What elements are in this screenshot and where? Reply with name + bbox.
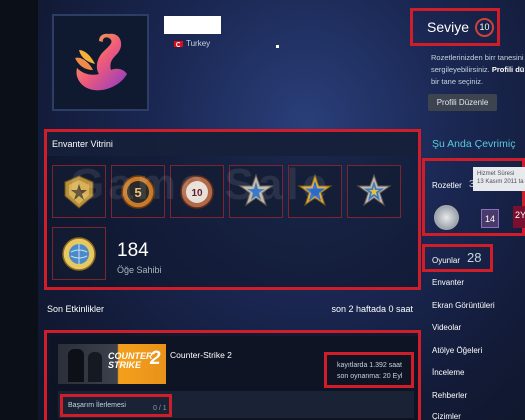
level-badge[interactable]: 10 — [475, 17, 495, 37]
games-label[interactable]: Oyunlar — [432, 256, 460, 265]
soldier-silhouette — [68, 349, 84, 382]
achievement-label: Başarım İlerlemesi — [68, 402, 126, 409]
sidebar-link-videos[interactable]: Videolar — [432, 323, 461, 332]
globe-coin-icon — [62, 236, 96, 271]
sidebar-link-workshop[interactable]: Atölye Öğeleri — [432, 346, 482, 355]
edit-profile-button[interactable]: Profili Düzenle — [428, 94, 497, 111]
badges-label[interactable]: Rozetler — [432, 181, 462, 190]
level-label: Seviye — [427, 19, 470, 35]
sidebar-link-artwork[interactable]: Çizimler — [432, 412, 461, 420]
badge-hint-link[interactable]: Profili dü — [492, 65, 525, 74]
games-count: 28 — [467, 250, 482, 265]
turkey-flag-icon — [174, 40, 183, 47]
gold-star-coin-icon — [356, 173, 392, 206]
badge-14-icon[interactable]: 14 — [481, 209, 499, 228]
item-count: 184 — [117, 240, 149, 261]
playtime-info: kayıtlarda 1.392 saat son oynanma: 20 Ey… — [324, 352, 414, 388]
playtime-total: kayıtlarda 1.392 saat — [337, 362, 402, 369]
badge-partial-icon[interactable]: 2Y — [513, 206, 525, 228]
badge-hint-line3: bir tane seçiniz. — [431, 77, 484, 86]
tooltip-line1: Hizmet Süresi — [477, 171, 515, 177]
showcase-item-gold-star[interactable] — [347, 165, 401, 218]
cs2-logo: COUNTER STRIKE 2 — [108, 348, 166, 370]
badge-hint-line1: Rozetlerinizden birr tanesini — [431, 53, 524, 62]
game-card-inner: COUNTER STRIKE 2 Counter-Strike 2 kayıtl… — [50, 336, 418, 420]
avatar[interactable] — [52, 14, 149, 111]
sidebar-link-screenshots[interactable]: Ekran Görüntüleri — [432, 301, 495, 310]
username-redacted — [164, 16, 221, 34]
soldier-silhouette-2 — [88, 352, 102, 382]
achievement-progress[interactable]: Başarım İlerlemesi 0 / 1 — [60, 394, 172, 417]
badges-section[interactable]: Rozetler 3 Hizmet Süresi 13 Kasım 2011 t… — [422, 158, 525, 236]
swan-logo-icon — [74, 33, 127, 90]
game-card: COUNTER STRIKE 2 Counter-Strike 2 kayıtl… — [44, 330, 421, 420]
games-section[interactable]: Oyunlar 28 — [422, 244, 493, 272]
sidebar-link-inventory[interactable]: Envanter — [432, 278, 464, 287]
cs2-capsule-image[interactable]: COUNTER STRIKE 2 — [58, 344, 166, 384]
cs2-logo-text: COUNTER STRIKE — [108, 351, 153, 370]
game-name-link[interactable]: Counter-Strike 2 — [170, 350, 232, 360]
badge-hint-line2: sergileyebilirsiniz. — [431, 65, 490, 74]
badge-hint-text: Rozetlerinizden birr tanesini sergileyeb… — [431, 52, 525, 88]
showcase-item-globe[interactable] — [52, 227, 106, 280]
item-count-label: Öğe Sahibi — [117, 265, 162, 275]
sidebar-link-guides[interactable]: Rehberler — [432, 391, 467, 400]
last-played: son oynanma: 20 Eyl — [337, 373, 403, 380]
decorative-dot — [276, 45, 279, 48]
badge-tooltip: Hizmet Süresi 13 Kasım 2011 ta — [473, 167, 525, 191]
recent-activity-title: Son Etkinlikler — [47, 304, 105, 314]
showcase-title: Envanter Vitrini — [47, 132, 418, 156]
cs2-logo-number: 2 — [150, 348, 161, 369]
tooltip-line2: 13 Kasım 2011 ta — [477, 179, 524, 185]
left-edge-strip — [0, 0, 38, 420]
years-of-service-badge-icon[interactable] — [434, 205, 459, 230]
online-status: Şu Anda Çevrimiç — [432, 138, 516, 150]
watermark: Game Sale — [70, 160, 332, 209]
country-label: Turkey — [174, 39, 210, 48]
recent-activity-summary: son 2 haftada 0 saat — [331, 304, 413, 314]
achievement-count: 0 / 1 — [153, 405, 167, 412]
level-section: Seviye 10 — [410, 8, 500, 46]
country-name: Turkey — [186, 39, 211, 48]
recent-activity-header: Son Etkinlikler son 2 haftada 0 saat — [40, 297, 421, 321]
sidebar-link-reviews[interactable]: İnceleme — [432, 368, 464, 377]
